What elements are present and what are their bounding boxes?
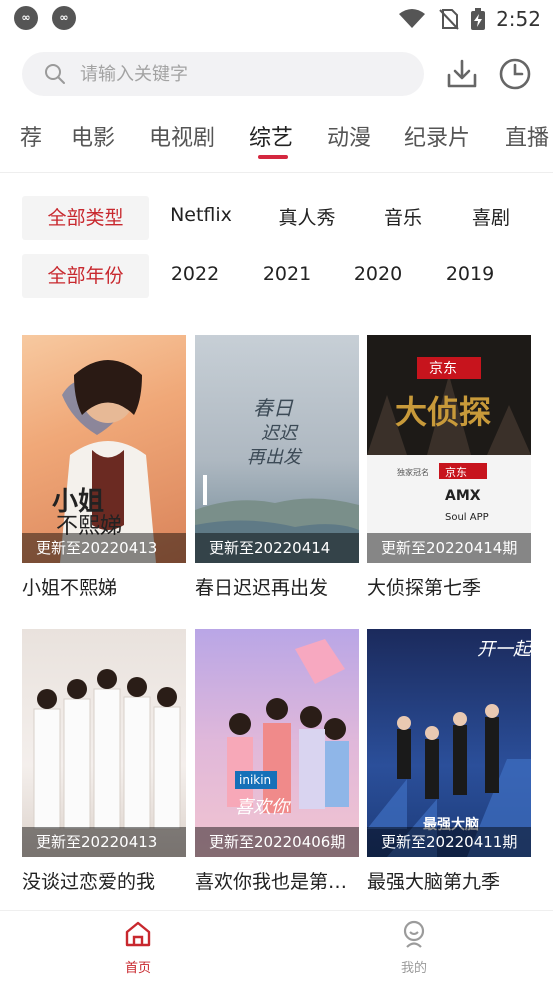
nav-profile[interactable]: 我的 (374, 919, 454, 976)
search-icon (45, 64, 65, 84)
poster-image: 京东 大侦探 独家冠名 京东 AMX Soul APP 更新至20220414期 (367, 335, 531, 563)
app-notification-icon: ∞ (14, 6, 38, 30)
tab-documentary[interactable]: 纪录片 (404, 120, 470, 152)
poster-art: inikin 喜欢你 (227, 639, 349, 818)
filter-year-2022[interactable]: 2022 (160, 252, 230, 296)
bottom-navigation: 首页 我的 (0, 910, 553, 984)
video-title: 小姐不熙娣 (22, 577, 118, 599)
svg-text:再出发: 再出发 (247, 447, 303, 468)
app-notification-icon-2: ∞ (52, 6, 76, 30)
poster-art: 京东 大侦探 独家冠名 京东 AMX Soul APP (367, 335, 531, 523)
clock-time: 2:52 (496, 7, 541, 31)
svg-text:京东: 京东 (445, 465, 467, 479)
update-status: 更新至20220406期 (195, 827, 359, 857)
filter-type-reality[interactable]: 真人秀 (265, 196, 349, 240)
download-icon[interactable] (444, 56, 480, 92)
battery-charging-icon (471, 8, 485, 30)
type-filter-row: 全部类型 Netflix 真人秀 音乐 喜剧 (0, 196, 553, 242)
nav-profile-label: 我的 (400, 961, 427, 976)
svg-text:喜欢你: 喜欢你 (235, 797, 292, 818)
svg-text:京东: 京东 (429, 361, 457, 377)
poster-image: 小姐 不熙娣 更新至20220413 (22, 335, 186, 563)
search-input[interactable] (80, 52, 400, 96)
poster-image: 更新至20220413 (22, 629, 186, 857)
active-tab-indicator (258, 155, 288, 159)
video-title: 没谈过恋爱的我 (22, 871, 156, 893)
search-bar[interactable] (22, 52, 424, 96)
status-bar: ∞ ∞ 2:52 (0, 0, 553, 38)
poster-art (33, 669, 181, 830)
tab-variety[interactable]: 综艺 (249, 120, 293, 152)
svg-text:独家冠名: 独家冠名 (397, 467, 429, 477)
tabs-divider (0, 172, 553, 173)
home-icon (125, 921, 151, 947)
no-sim-icon (439, 9, 459, 30)
nav-home[interactable]: 首页 (98, 919, 178, 976)
video-title: 喜欢你我也是第… (195, 871, 348, 893)
svg-text:开一起: 开一起 (477, 639, 531, 660)
poster-image: 开一起 最强大脑 更新至20220411期 (367, 629, 531, 857)
update-status: 更新至20220414期 (367, 533, 531, 563)
update-status: 更新至20220414 (195, 533, 359, 563)
tab-movies[interactable]: 电影 (71, 120, 115, 152)
svg-text:小姐: 小姐 (52, 487, 104, 517)
svg-text:inikin: inikin (239, 773, 271, 787)
poster-image: 春日 迟迟 再出发 更新至20220414 (195, 335, 359, 563)
video-title: 最强大脑第九季 (367, 871, 501, 893)
year-filter-row: 全部年份 2022 2021 2020 2019 (0, 254, 553, 300)
poster-image: inikin 喜欢你 更新至20220406期 (195, 629, 359, 857)
filter-year-all[interactable]: 全部年份 (22, 254, 149, 298)
history-clock-icon[interactable] (497, 56, 533, 92)
video-title: 春日迟迟再出发 (195, 577, 329, 599)
poster-art: 春日 迟迟 再出发 (195, 396, 359, 563)
svg-text:春日: 春日 (253, 396, 294, 420)
svg-text:迟迟: 迟迟 (261, 423, 299, 444)
update-status: 更新至20220413 (22, 827, 186, 857)
update-status: 更新至20220411期 (367, 827, 531, 857)
nav-home-label: 首页 (124, 961, 151, 976)
tab-anime[interactable]: 动漫 (327, 120, 371, 152)
update-status: 更新至20220413 (22, 533, 186, 563)
filter-type-all[interactable]: 全部类型 (22, 196, 149, 240)
filter-type-comedy[interactable]: 喜剧 (458, 196, 524, 240)
svg-text:Soul APP: Soul APP (445, 512, 489, 523)
tab-tv-series[interactable]: 电视剧 (149, 120, 215, 152)
filter-type-netflix[interactable]: Netflix (160, 193, 242, 237)
filter-type-music[interactable]: 音乐 (370, 196, 436, 240)
poster-art: 开一起 最强大脑 (367, 639, 531, 857)
poster-art: 小姐 不熙娣 (52, 360, 156, 563)
filter-year-2019[interactable]: 2019 (435, 252, 505, 296)
tab-live[interactable]: 直播 (505, 120, 549, 152)
wifi-icon (399, 9, 425, 28)
filter-year-2020[interactable]: 2020 (343, 252, 413, 296)
video-title: 大侦探第七季 (367, 577, 482, 599)
svg-text:大侦探: 大侦探 (395, 393, 491, 431)
tab-recommend[interactable]: 荐 (20, 120, 42, 152)
filter-year-2021[interactable]: 2021 (252, 252, 322, 296)
svg-text:AMX: AMX (445, 488, 481, 504)
profile-icon (403, 920, 425, 948)
